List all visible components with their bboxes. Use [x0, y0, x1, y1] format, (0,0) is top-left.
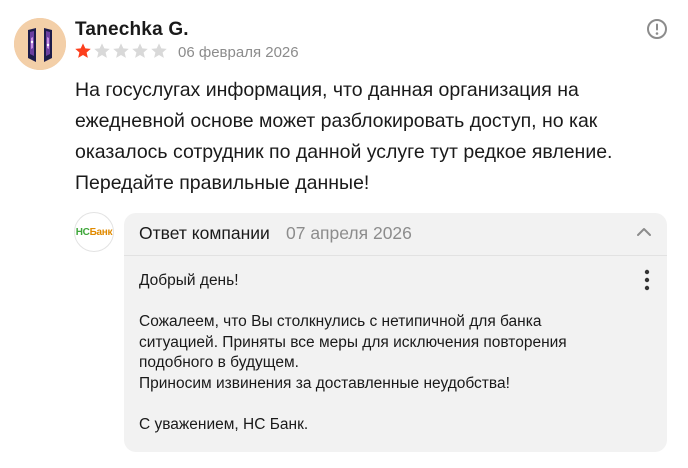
chevron-up-icon[interactable]: [634, 224, 654, 240]
reply-text: Добрый день! Сожалеем, что Вы столкнулис…: [139, 271, 619, 435]
company-logo[interactable]: НСБанк: [74, 212, 114, 252]
review-date: 06 февраля 2026: [178, 44, 299, 61]
star-icon: [132, 43, 148, 58]
reply-body: Добрый день! Сожалеем, что Вы столкнулис…: [124, 255, 667, 452]
reply-text-line: подобного в будущем.: [139, 354, 299, 371]
avatar-image: [14, 18, 66, 70]
star-icon: [113, 43, 129, 58]
review-text: На госуслугах информация, что данная орг…: [75, 75, 655, 199]
reply-text-line: Сожалеем, что Вы столкнулись с нетипично…: [139, 313, 542, 330]
star-icon: [75, 43, 91, 58]
company-reply-card: Ответ компании 07 апреля 2026 Добрый ден…: [124, 213, 667, 452]
reply-greeting: Добрый день!: [139, 272, 239, 289]
review-text-line: На госуслугах информация, что данная орг…: [75, 79, 579, 101]
reply-date: 07 апреля 2026: [286, 223, 412, 243]
review-text-line: Передайте правильные данные!: [75, 172, 370, 194]
reply-text-line: Приносим извинения за доставленные неудо…: [139, 374, 510, 392]
company-logo-bank: Банк: [89, 226, 113, 238]
author-name[interactable]: Tanechka G.: [75, 19, 189, 41]
rating-stars: [74, 42, 168, 60]
star-icon: [151, 43, 167, 58]
review-text-line: ежедневной основе может разблокировать д…: [75, 110, 598, 132]
alert-circle-icon[interactable]: [646, 18, 668, 40]
star-icon: [94, 43, 110, 58]
more-vertical-icon[interactable]: [640, 268, 654, 292]
reply-text-line: ситуацией. Приняты все меры для исключен…: [139, 333, 567, 351]
reply-title: Ответ компании: [139, 223, 270, 243]
company-logo-text: НСБанк: [75, 226, 113, 238]
company-logo-hc: НС: [75, 226, 90, 238]
author-avatar[interactable]: [14, 18, 66, 70]
reply-signature: С уважением, НС Банк.: [139, 415, 309, 433]
review-text-line: оказалось сотрудник по данной услуге тут…: [75, 141, 613, 163]
